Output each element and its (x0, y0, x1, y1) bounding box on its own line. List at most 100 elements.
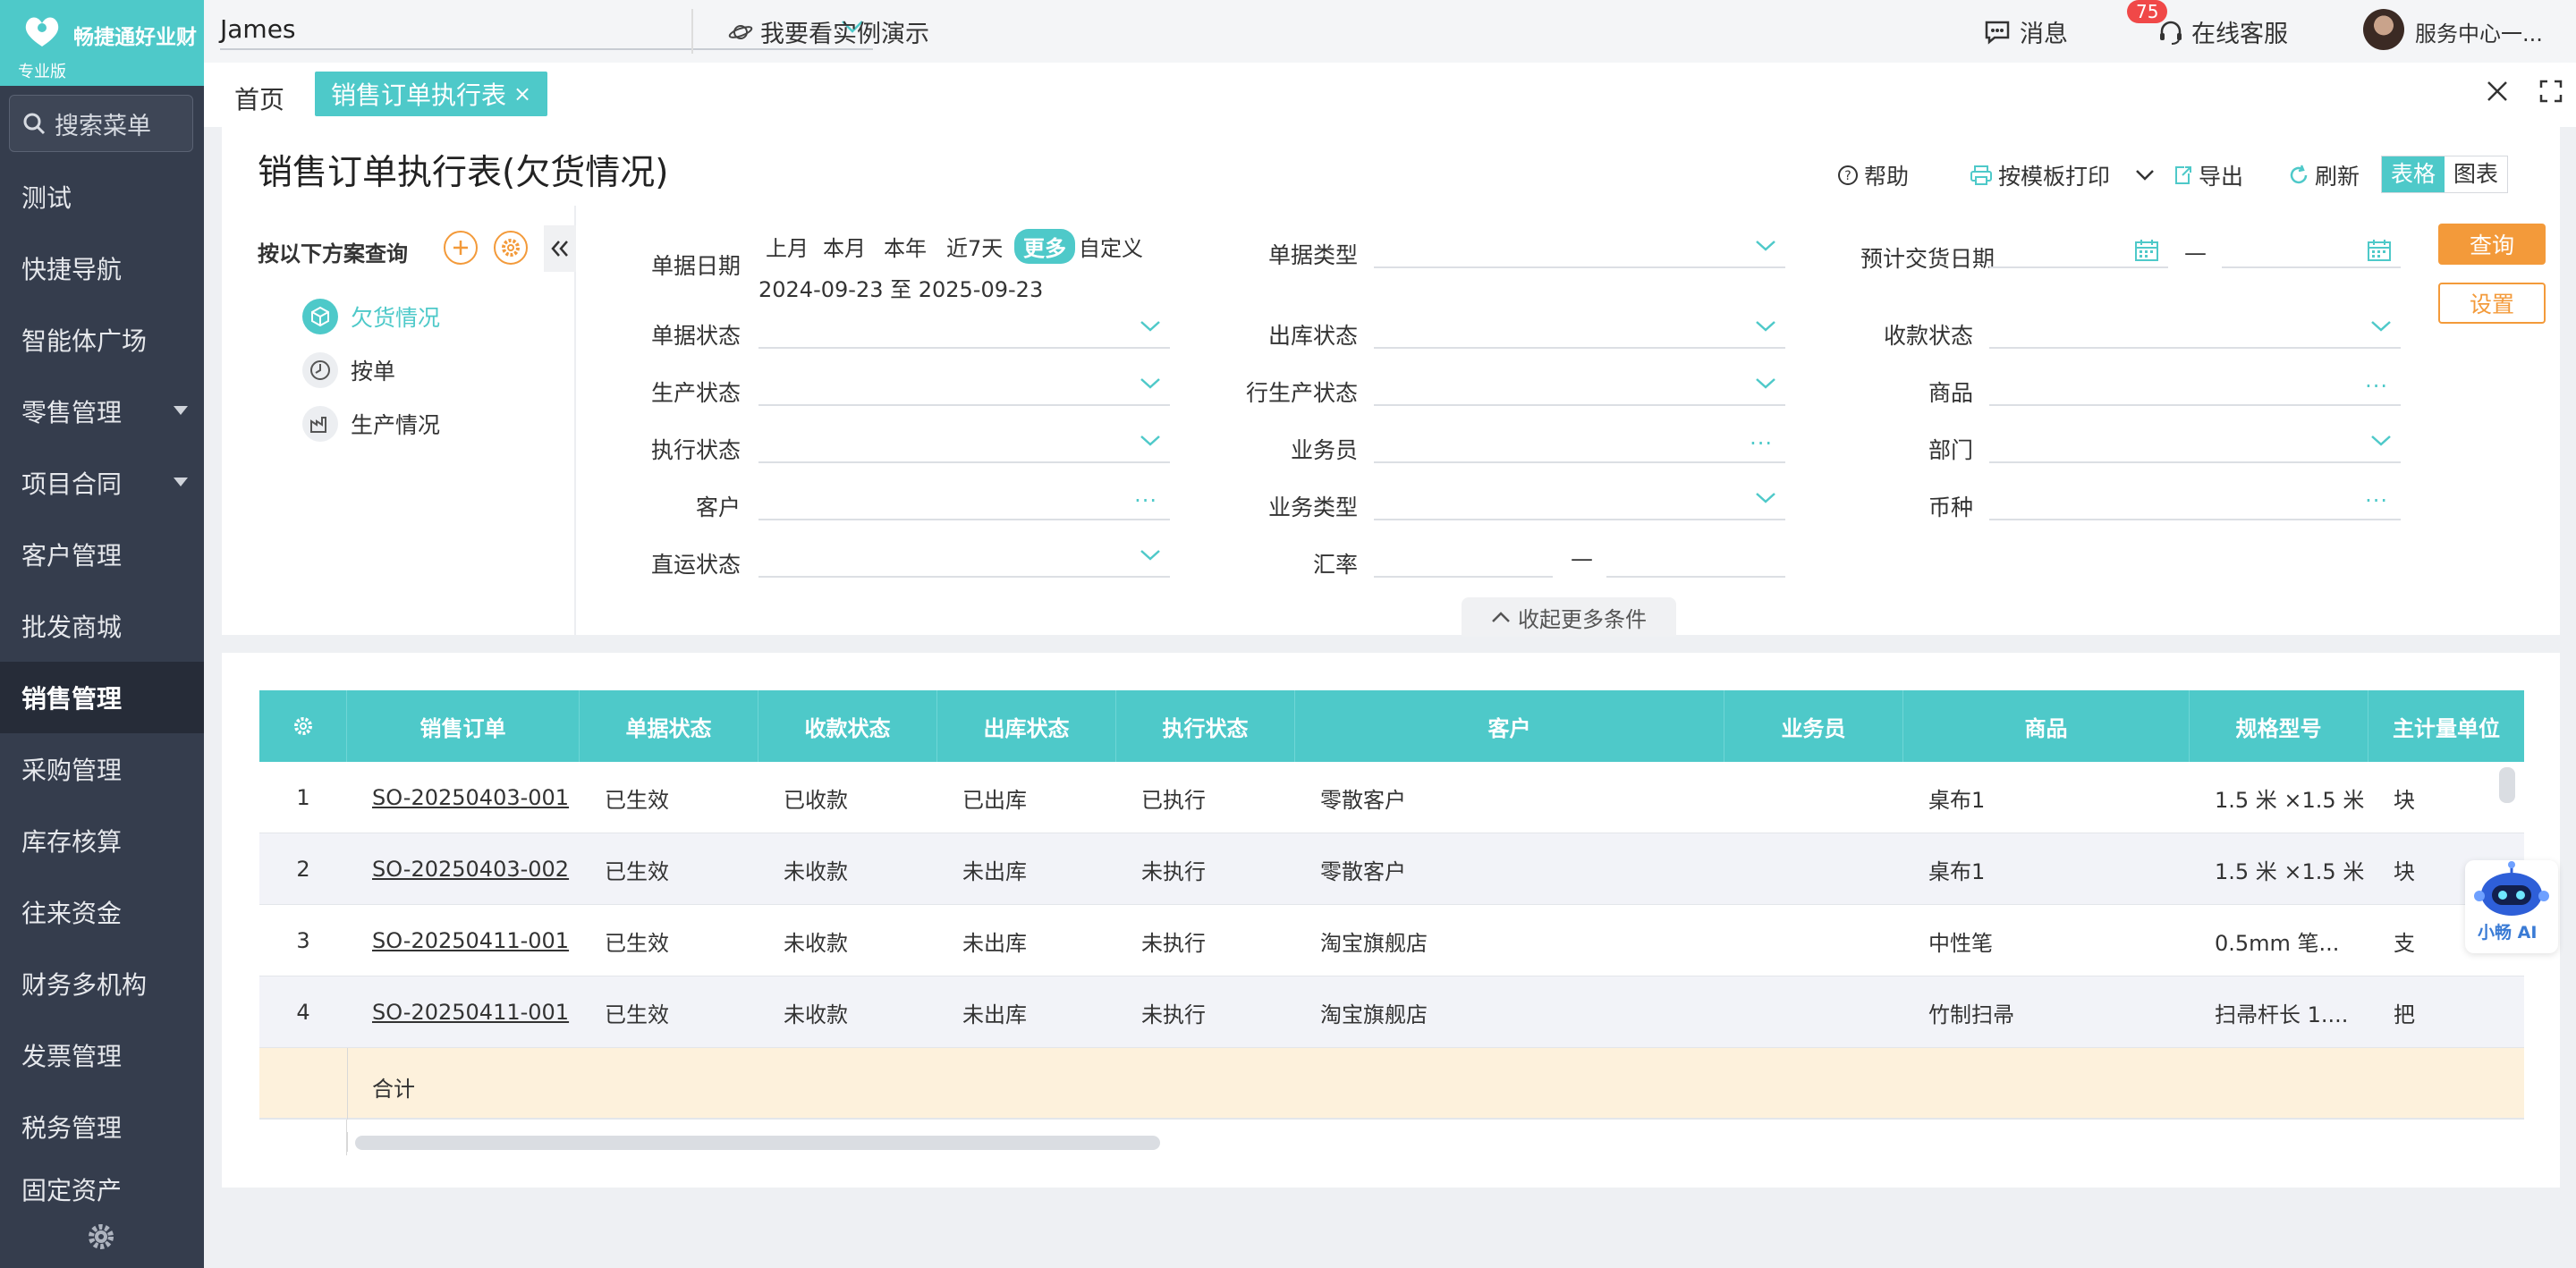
tab-sales-order-exec[interactable]: 销售订单执行表 × (315, 72, 548, 116)
sidebar-item-fixed-assets[interactable]: 固定资产 (0, 1162, 204, 1207)
doc-date-label: 单据日期 (650, 253, 741, 279)
ellipsis-icon: ··· (1134, 488, 1157, 513)
exchange-rate-from[interactable] (1374, 542, 1553, 578)
delivery-date-from[interactable] (1989, 232, 2168, 268)
order-link[interactable]: SO-20250411-001 (347, 976, 580, 1048)
table-row[interactable]: 2 SO-20250403-002 已生效 未收款 未出库 未执行 零散客户 桌… (259, 833, 2524, 905)
sidebar-item-quick-nav[interactable]: 快捷导航 (0, 232, 204, 304)
direct-status-select[interactable] (758, 542, 1170, 578)
horizontal-scrollbar[interactable] (347, 1132, 2524, 1152)
gear-icon[interactable] (86, 1222, 116, 1252)
add-scheme-button[interactable] (444, 231, 478, 265)
sidebar-item-tax[interactable]: 税务管理 (0, 1091, 204, 1162)
date-chip-this-month[interactable]: 本月 (818, 229, 871, 264)
delivery-date-to[interactable] (2222, 232, 2401, 268)
product-picker[interactable]: ··· (1989, 370, 2401, 406)
scheme-panel: 按以下方案查询 欠货情况 按单 生产情况 (222, 206, 576, 635)
date-chip-custom[interactable]: 自定义 (1073, 229, 1148, 264)
sidebar-item-finance-multi[interactable]: 财务多机构 (0, 948, 204, 1019)
exchange-rate-to[interactable] (1606, 542, 1785, 578)
column-header-out-status[interactable]: 出库状态 (937, 690, 1116, 762)
column-header-salesperson[interactable]: 业务员 (1724, 690, 1903, 762)
plus-icon (453, 241, 468, 255)
column-header-pay-status[interactable]: 收款状态 (758, 690, 937, 762)
customer-picker[interactable]: ··· (758, 485, 1170, 520)
doc-type-select[interactable] (1374, 232, 1785, 268)
row-production-status-select[interactable] (1374, 370, 1785, 406)
messages-button[interactable]: 消息 (1984, 14, 2068, 49)
column-header-unit[interactable]: 主计量单位 (2368, 690, 2524, 762)
demo-link[interactable]: 我要看实例演示 (728, 14, 929, 49)
cell-product: 桌布1 (1928, 787, 1986, 813)
order-link[interactable]: SO-20250403-001 (347, 762, 580, 833)
scrollbar-thumb[interactable] (355, 1136, 1160, 1150)
sidebar-item-wholesale[interactable]: 批发商城 (0, 590, 204, 662)
table-row[interactable]: 3 SO-20250411-001 已生效 未收款 未出库 未执行 淘宝旗舰店 … (259, 905, 2524, 976)
service-center-link[interactable]: 服务中心一... (2415, 16, 2543, 47)
outbound-status-select[interactable] (1374, 313, 1785, 349)
view-table-button[interactable]: 表格 (2382, 156, 2445, 192)
column-header-customer[interactable]: 客户 (1295, 690, 1724, 762)
date-chip-last-7-days[interactable]: 近7天 (941, 229, 1008, 264)
order-link[interactable]: SO-20250403-002 (347, 833, 580, 905)
cell-salesperson (1724, 762, 1903, 833)
ai-assistant-button[interactable]: 小畅 AI (2465, 860, 2558, 953)
print-template-button[interactable]: 按模板打印 (1970, 159, 2160, 191)
collapse-panel-button[interactable] (544, 225, 576, 272)
menu-search-input[interactable]: 搜索菜单 (9, 95, 193, 152)
column-header-spec[interactable]: 规格型号 (2190, 690, 2368, 762)
close-icon[interactable] (2485, 79, 2510, 104)
date-chip-more[interactable]: 更多 (1014, 229, 1075, 264)
sidebar-item-invoices[interactable]: 发票管理 (0, 1019, 204, 1091)
sidebar-item-project-contract[interactable]: 项目合同 (0, 447, 204, 519)
chevron-down-icon[interactable] (2135, 169, 2155, 182)
payment-status-select[interactable] (1989, 313, 2401, 349)
column-header-exec-status[interactable]: 执行状态 (1116, 690, 1295, 762)
sidebar-item-funds[interactable]: 往来资金 (0, 876, 204, 948)
column-header-doc-status[interactable]: 单据状态 (580, 690, 758, 762)
brand-header[interactable]: 畅捷通好业财 专业版 (0, 0, 204, 86)
table-row[interactable]: 1 SO-20250403-001 已生效 已收款 已出库 已执行 零散客户 桌… (259, 762, 2524, 833)
date-chip-last-month[interactable]: 上月 (760, 229, 814, 264)
sidebar-item-sales[interactable]: 销售管理 (0, 662, 204, 733)
tab-home[interactable]: 首页 (234, 80, 284, 116)
scheme-item-shortage[interactable]: 欠货情况 (302, 299, 440, 334)
sidebar-item-test[interactable]: 测试 (0, 161, 204, 232)
tab-label: 销售订单执行表 (331, 80, 507, 110)
date-chip-this-year[interactable]: 本年 (878, 229, 932, 264)
query-button[interactable]: 查询 (2438, 224, 2546, 265)
export-button[interactable]: 导出 (2172, 159, 2243, 191)
sidebar-item-retail[interactable]: 零售管理 (0, 376, 204, 447)
production-status-select[interactable] (758, 370, 1170, 406)
table-row[interactable]: 4 SO-20250411-001 已生效 未收款 未出库 未执行 淘宝旗舰店 … (259, 976, 2524, 1048)
column-header-order[interactable]: 销售订单 (347, 690, 580, 762)
scheme-item-by-order[interactable]: 按单 (302, 352, 395, 388)
order-link[interactable]: SO-20250411-001 (347, 905, 580, 976)
calendar-icon (2135, 240, 2158, 261)
scheme-settings-button[interactable] (494, 231, 528, 265)
avatar[interactable] (2363, 9, 2404, 50)
fullscreen-icon[interactable] (2538, 79, 2563, 104)
sidebar-item-purchase[interactable]: 采购管理 (0, 733, 204, 805)
scheme-item-production[interactable]: 生产情况 (302, 406, 440, 442)
refresh-button[interactable]: 刷新 (2288, 159, 2360, 191)
online-support-button[interactable]: 在线客服 (2157, 14, 2288, 49)
department-select[interactable] (1989, 427, 2401, 463)
row-number: 1 (296, 785, 310, 810)
sidebar-item-inventory[interactable]: 库存核算 (0, 805, 204, 876)
column-header-product[interactable]: 商品 (1903, 690, 2190, 762)
collapse-more-button[interactable]: 收起更多条件 (1462, 597, 1676, 637)
doc-status-select[interactable] (758, 313, 1170, 349)
view-chart-button[interactable]: 图表 (2445, 156, 2507, 192)
tab-close-icon[interactable]: × (513, 81, 531, 106)
business-type-select[interactable] (1374, 485, 1785, 520)
vertical-scrollbar[interactable] (2499, 767, 2515, 803)
help-button[interactable]: ? 帮助 (1837, 159, 1909, 191)
exec-status-select[interactable] (758, 427, 1170, 463)
sidebar-item-agent-plaza[interactable]: 智能体广场 (0, 304, 204, 376)
sidebar-item-customers[interactable]: 客户管理 (0, 519, 204, 590)
settings-button[interactable]: 设置 (2438, 283, 2546, 324)
currency-picker[interactable]: ··· (1989, 485, 2401, 520)
column-settings-button[interactable] (259, 690, 347, 762)
salesperson-picker[interactable]: ··· (1374, 427, 1785, 463)
